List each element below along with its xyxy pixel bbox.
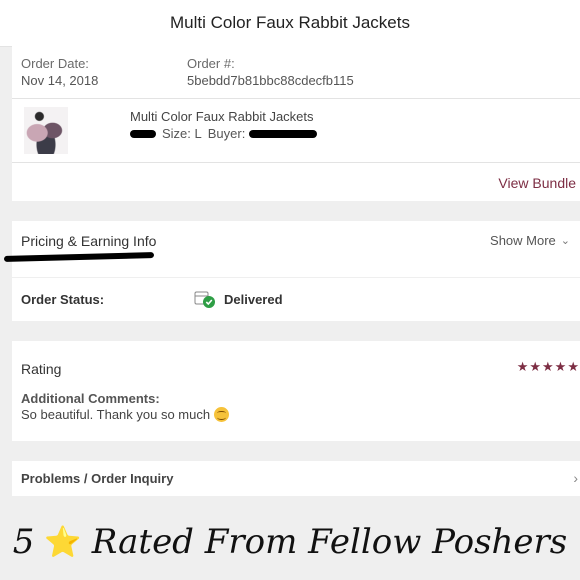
rating-section: Rating ★★★★★ Additional Comments: So bea… <box>12 341 580 441</box>
divider <box>12 98 580 99</box>
order-date-label: Order Date: <box>21 56 89 71</box>
star-rating: ★★★★★ <box>516 359 580 374</box>
order-status-row: Order Status: Delivered <box>12 278 580 321</box>
order-status-label: Order Status: <box>21 292 105 307</box>
redaction-mark <box>130 129 156 138</box>
comments-label: Additional Comments: <box>21 391 160 406</box>
problems-inquiry-row[interactable]: Problems / Order Inquiry › <box>12 461 580 496</box>
comments-body: So beautiful. Thank you so much <box>21 407 211 422</box>
order-date-value: Nov 14, 2018 <box>21 73 99 88</box>
show-more-button[interactable]: Show More ⌄ <box>490 233 570 248</box>
problems-label: Problems / Order Inquiry <box>21 471 174 486</box>
order-status-value: Delivered <box>224 292 283 307</box>
delivered-box-check-icon <box>194 291 215 308</box>
caption-number: 5 <box>12 522 35 562</box>
buyer-label: Buyer: <box>207 126 246 141</box>
redaction-mark <box>3 252 155 262</box>
smiling-face-icon <box>214 407 230 422</box>
rating-title: Rating <box>21 361 62 377</box>
view-bundle-link[interactable]: View Bundle <box>498 175 576 191</box>
order-number-label: Order #: <box>187 56 235 71</box>
pricing-section[interactable]: Pricing & Earning Info Show More ⌄ <box>3 221 580 277</box>
divider <box>12 162 580 163</box>
chevron-down-icon: ⌄ <box>560 235 570 247</box>
star-icon: ⭐ <box>44 524 82 560</box>
pricing-title: Pricing & Earning Info <box>21 233 157 249</box>
comments-text: So beautiful. Thank you so much <box>21 407 230 422</box>
page-title: Multi Color Faux Rabbit Jackets <box>170 13 410 32</box>
product-thumbnail[interactable] <box>24 107 68 154</box>
caption-text: Rated From Fellow Poshers <box>91 522 568 562</box>
show-more-label: Show More <box>490 233 556 248</box>
order-summary-card: Order Date: Nov 14, 2018 Order #: 5bebdd… <box>12 46 580 201</box>
buyer-redaction-mark <box>249 129 318 138</box>
order-number-value: 5bebdd7b81bbc88cdecfb115 <box>187 73 354 88</box>
item-size: Size: L <box>162 126 202 141</box>
app-header: Multi Color Faux Rabbit Jackets <box>0 0 580 47</box>
overlay-caption: 5 ⭐ Rated From Fellow Poshers <box>0 510 580 574</box>
item-title[interactable]: Multi Color Faux Rabbit Jackets <box>130 109 314 124</box>
chevron-right-icon: › <box>573 470 578 486</box>
item-details: Size: L Buyer: <box>130 126 318 141</box>
